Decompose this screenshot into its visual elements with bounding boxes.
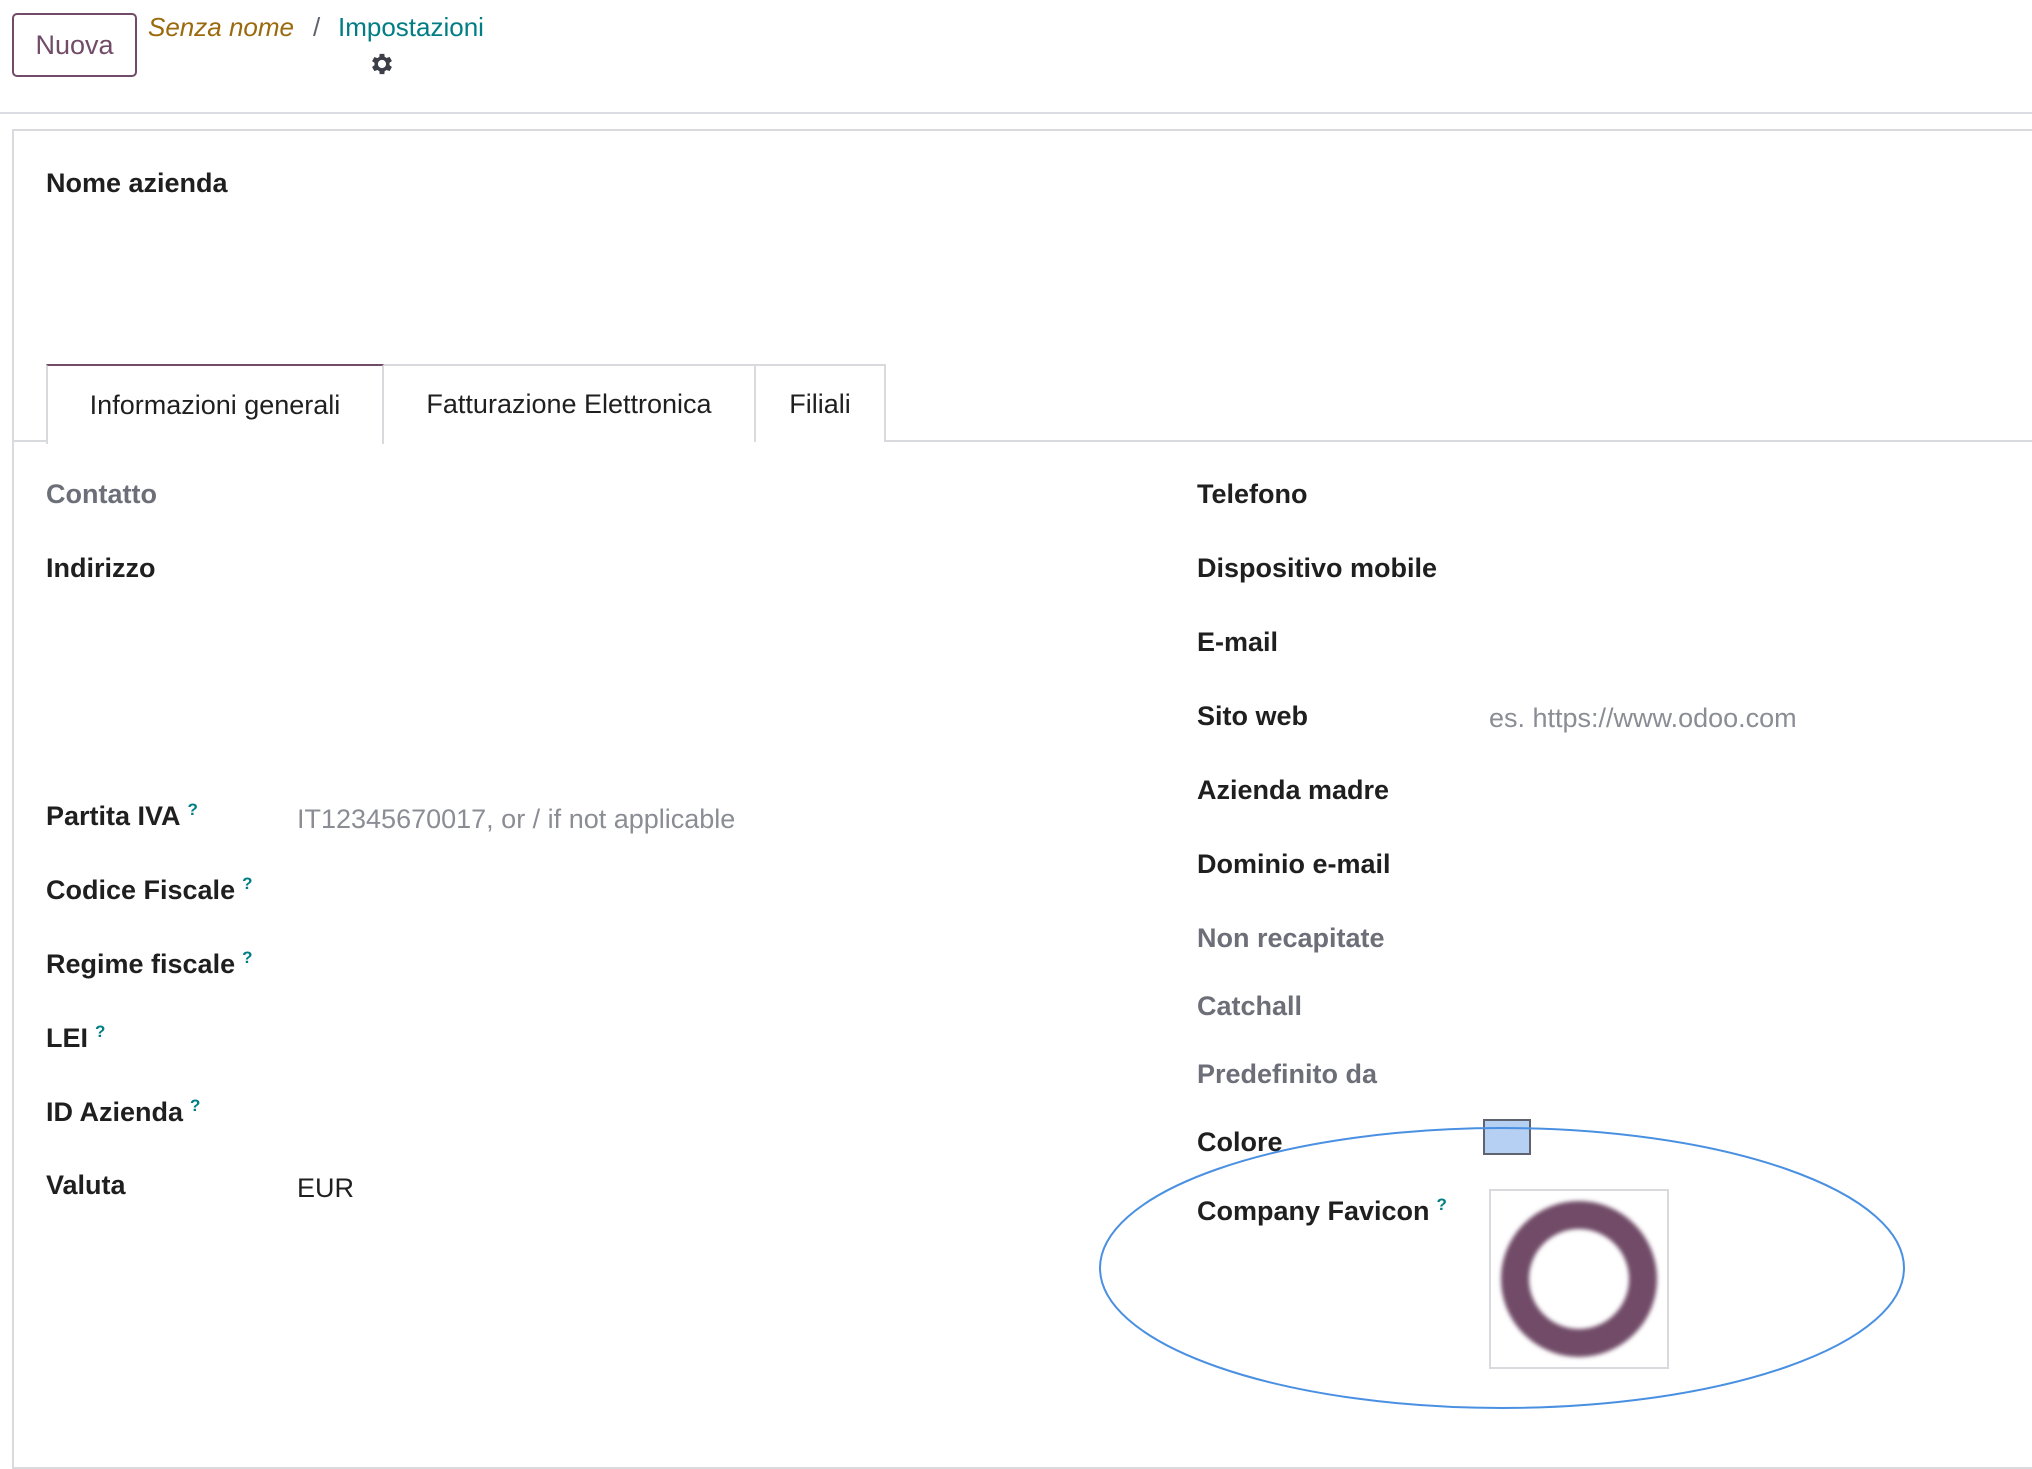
color-swatch[interactable] xyxy=(1483,1119,1531,1155)
parent-company-label: Azienda madre xyxy=(1197,775,1390,805)
currency-label: Valuta xyxy=(46,1170,126,1200)
color-label: Colore xyxy=(1197,1127,1283,1157)
favicon-label-text: Company Favicon xyxy=(1197,1196,1430,1226)
bounce-label: Non recapitate xyxy=(1197,923,1385,953)
fiscal-code-label: Codice Fiscale? xyxy=(46,874,252,906)
vat-label: Partita IVA? xyxy=(46,800,198,832)
form-sheet xyxy=(12,129,2032,1469)
currency-field[interactable]: EUR xyxy=(297,1173,354,1204)
new-button[interactable]: Nuova xyxy=(12,13,137,77)
tax-regime-label: Regime fiscale? xyxy=(46,948,252,980)
breadcrumb-separator: / xyxy=(313,12,321,42)
vat-help-icon[interactable]: ? xyxy=(188,800,198,819)
vat-label-text: Partita IVA xyxy=(46,801,181,831)
catchall-label: Catchall xyxy=(1197,991,1303,1021)
fiscal-code-label-text: Codice Fiscale xyxy=(46,875,236,905)
company-id-help-icon[interactable]: ? xyxy=(190,1096,200,1115)
tab-electronic-invoicing[interactable]: Fatturazione Elettronica xyxy=(382,364,756,442)
address-label: Indirizzo xyxy=(46,553,156,583)
favicon-ring-icon xyxy=(1501,1201,1657,1357)
breadcrumb-current: Impostazioni xyxy=(338,12,484,42)
mobile-label: Dispositivo mobile xyxy=(1197,553,1438,583)
company-id-label-text: ID Azienda xyxy=(46,1097,184,1127)
default-from-label: Predefinito da xyxy=(1197,1059,1378,1089)
fiscal-code-help-icon[interactable]: ? xyxy=(242,874,252,893)
contact-label: Contatto xyxy=(46,479,157,509)
favicon-image[interactable] xyxy=(1489,1189,1669,1369)
control-panel: Nuova Senza nome / Impostazioni xyxy=(0,0,2032,114)
favicon-help-icon[interactable]: ? xyxy=(1437,1195,1447,1214)
email-label: E-mail xyxy=(1197,627,1279,657)
website-label: Sito web xyxy=(1197,701,1309,731)
vat-input[interactable]: IT12345670017, or / if not applicable xyxy=(297,804,735,835)
tab-branches[interactable]: Filiali xyxy=(754,364,886,442)
company-id-label: ID Azienda? xyxy=(46,1096,200,1128)
company-name-label: Nome azienda xyxy=(46,168,228,198)
tab-general-info[interactable]: Informazioni generali xyxy=(46,364,384,444)
email-domain-label: Dominio e-mail xyxy=(1197,849,1391,879)
tax-regime-label-text: Regime fiscale xyxy=(46,949,236,979)
website-input[interactable]: es. https://www.odoo.com xyxy=(1489,703,1797,734)
lei-label-text: LEI xyxy=(46,1023,89,1053)
phone-label: Telefono xyxy=(1197,479,1308,509)
tax-regime-help-icon[interactable]: ? xyxy=(242,948,252,967)
gear-icon[interactable] xyxy=(368,50,396,78)
breadcrumb-root[interactable]: Senza nome xyxy=(148,12,294,43)
favicon-label: Company Favicon? xyxy=(1197,1195,1447,1227)
lei-help-icon[interactable]: ? xyxy=(95,1022,105,1041)
lei-label: LEI? xyxy=(46,1022,105,1054)
